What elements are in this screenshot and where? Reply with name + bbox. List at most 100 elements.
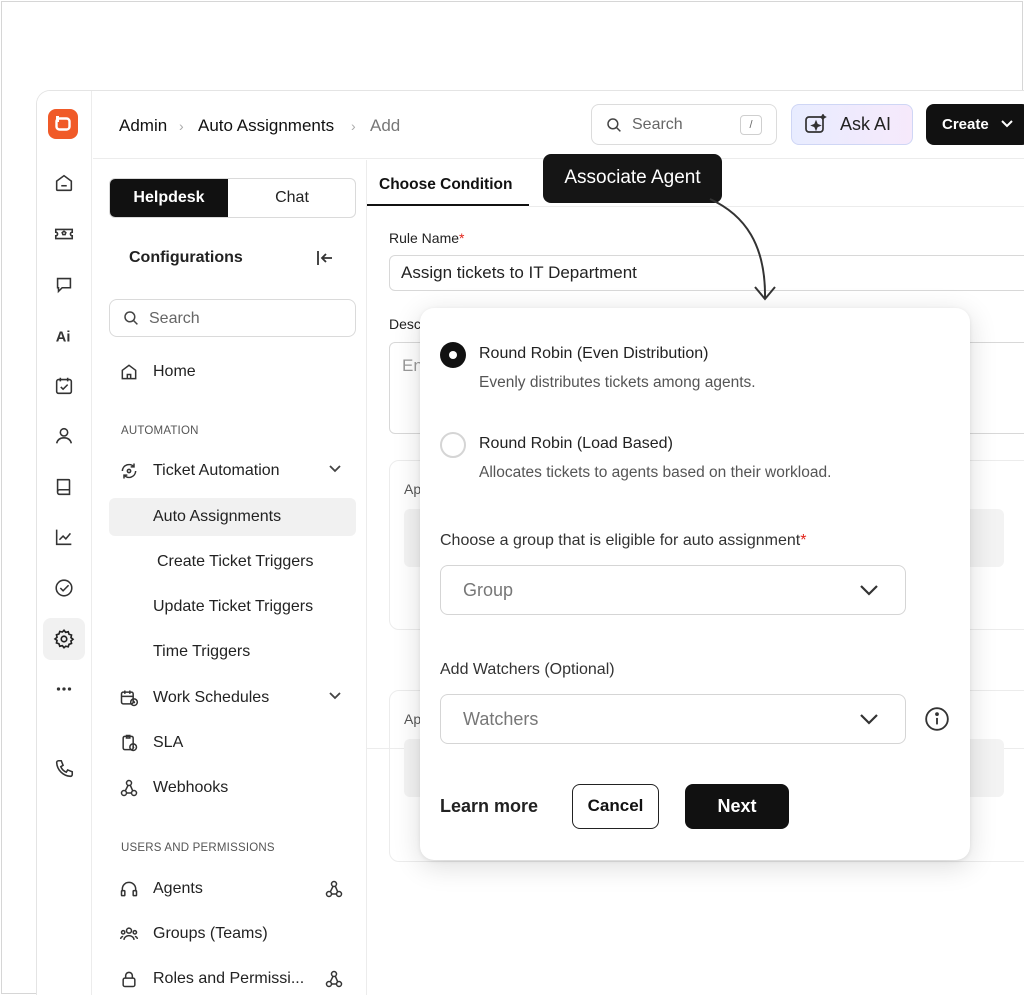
calendar-check-icon[interactable] bbox=[43, 365, 85, 407]
chevron-right-icon: › bbox=[179, 118, 184, 134]
sidebar-title: Configurations bbox=[129, 249, 243, 266]
ticket-icon[interactable] bbox=[43, 213, 85, 255]
task-check-icon[interactable] bbox=[43, 567, 85, 609]
ask-ai-button[interactable]: Ask AI bbox=[791, 104, 913, 145]
webhook-icon bbox=[325, 970, 343, 988]
analytics-icon[interactable] bbox=[43, 516, 85, 558]
home-icon[interactable] bbox=[43, 162, 85, 204]
sidebar-item-label: Agents bbox=[153, 880, 203, 897]
search-placeholder: Search bbox=[632, 116, 683, 133]
curved-arrow-icon bbox=[709, 198, 776, 301]
team-icon bbox=[119, 927, 139, 940]
sidebar-item-webhooks[interactable]: Webhooks bbox=[109, 769, 356, 807]
chevron-down-icon bbox=[1001, 120, 1013, 128]
sidebar-item-ticket-automation[interactable]: Ticket Automation bbox=[109, 452, 356, 490]
ai-sparkle-icon bbox=[805, 114, 827, 133]
sidebar-item-roles[interactable]: Roles and Permissi... bbox=[109, 960, 356, 995]
card-label: Ap bbox=[404, 481, 422, 497]
sidebar-item-auto-assignments[interactable]: Auto Assignments bbox=[109, 498, 356, 536]
tab-chat[interactable]: Chat bbox=[228, 179, 355, 217]
settings-gear-icon[interactable] bbox=[43, 618, 85, 660]
collapse-sidebar-icon[interactable] bbox=[315, 248, 335, 268]
icon-rail: Ai bbox=[37, 91, 92, 995]
rule-name-label-text: Rule Name bbox=[389, 230, 460, 246]
sidebar-item-sla[interactable]: SLA bbox=[109, 724, 356, 762]
chat-icon[interactable] bbox=[43, 264, 85, 306]
search-shortcut-key: / bbox=[740, 115, 762, 135]
assignment-method-dialog: Round Robin (Even Distribution) Evenly d… bbox=[420, 308, 970, 860]
product-switch: Helpdesk Chat bbox=[109, 178, 356, 218]
create-label: Create bbox=[942, 116, 989, 133]
sidebar-item-groups[interactable]: Groups (Teams) bbox=[109, 915, 356, 953]
watchers-field-label: Add Watchers (Optional) bbox=[440, 661, 615, 678]
description-label: Desc bbox=[389, 316, 421, 332]
sla-clipboard-icon bbox=[122, 734, 138, 752]
more-icon[interactable] bbox=[43, 668, 85, 710]
brand-logo-icon[interactable] bbox=[48, 109, 78, 139]
webhook-icon bbox=[325, 880, 343, 898]
sidebar-item-label: Create Ticket Triggers bbox=[157, 553, 314, 570]
option-load-description: Allocates tickets to agents based on the… bbox=[479, 464, 832, 481]
radio-round-robin-even[interactable] bbox=[440, 342, 466, 368]
chevron-right-icon: › bbox=[351, 118, 356, 134]
group-placeholder: Group bbox=[463, 580, 514, 600]
sidebar-item-create-ticket-triggers[interactable]: Create Ticket Triggers bbox=[109, 543, 356, 581]
chevron-down-icon bbox=[329, 465, 341, 473]
sidebar-item-label: Time Triggers bbox=[153, 643, 251, 660]
watchers-select[interactable]: Watchers bbox=[440, 694, 906, 744]
sidebar-item-label: Home bbox=[153, 363, 196, 380]
group-field-label: Choose a group that is eligible for auto… bbox=[440, 532, 806, 550]
knowledge-book-icon[interactable] bbox=[43, 466, 85, 508]
breadcrumb-current: Add bbox=[370, 116, 401, 135]
create-button[interactable]: Create bbox=[926, 104, 1024, 145]
section-users-heading: USERS AND PERMISSIONS bbox=[121, 842, 275, 854]
section-automation-heading: AUTOMATION bbox=[121, 425, 199, 437]
group-select[interactable]: Group bbox=[440, 565, 906, 615]
sidebar-item-label: Update Ticket Triggers bbox=[153, 598, 314, 615]
required-asterisk: * bbox=[800, 532, 807, 549]
sidebar-item-time-triggers[interactable]: Time Triggers bbox=[109, 633, 356, 671]
required-asterisk: * bbox=[459, 230, 465, 246]
lock-icon bbox=[122, 971, 136, 988]
search-icon bbox=[607, 118, 621, 132]
top-bar: Admin › Auto Assignments › Add Search / … bbox=[93, 91, 1024, 159]
tab-helpdesk[interactable]: Helpdesk bbox=[110, 179, 228, 217]
cancel-button[interactable]: Cancel bbox=[572, 784, 659, 829]
card-label: Ap bbox=[404, 711, 422, 727]
next-button[interactable]: Next bbox=[685, 784, 789, 829]
sidebar-item-agents[interactable]: Agents bbox=[109, 870, 356, 908]
info-icon[interactable] bbox=[924, 706, 950, 732]
radio-round-robin-load[interactable] bbox=[440, 432, 466, 458]
headset-icon bbox=[120, 881, 138, 897]
sidebar-item-label: SLA bbox=[153, 734, 184, 751]
home-icon bbox=[121, 364, 137, 380]
global-search-input[interactable]: Search / bbox=[591, 104, 777, 145]
search-icon bbox=[124, 311, 138, 325]
ask-ai-label: Ask AI bbox=[840, 114, 892, 134]
sidebar-item-work-schedules[interactable]: Work Schedules bbox=[109, 679, 356, 717]
phone-icon[interactable] bbox=[43, 748, 85, 790]
tab-choose-condition[interactable]: Choose Condition bbox=[367, 160, 529, 206]
automation-cycle-icon bbox=[121, 463, 137, 479]
sidebar-item-update-ticket-triggers[interactable]: Update Ticket Triggers bbox=[109, 588, 356, 626]
sidebar-search-placeholder: Search bbox=[149, 310, 200, 327]
learn-more-link[interactable]: Learn more bbox=[440, 796, 538, 817]
rule-name-label: Rule Name* bbox=[389, 230, 464, 246]
sidebar-item-home[interactable]: Home bbox=[109, 353, 356, 391]
sidebar-item-label: Groups (Teams) bbox=[153, 925, 268, 942]
sidebar-item-label: Webhooks bbox=[153, 779, 229, 796]
configurations-sidebar: Helpdesk Chat Configurations Search Home… bbox=[93, 160, 365, 995]
breadcrumb-auto-assignments[interactable]: Auto Assignments bbox=[198, 116, 334, 136]
sidebar-search-input[interactable]: Search bbox=[109, 299, 356, 337]
associate-agent-callout: Associate Agent bbox=[543, 154, 722, 203]
sidebar-item-label: Auto Assignments bbox=[153, 508, 282, 525]
sidebar-item-label: Roles and Permissi... bbox=[153, 970, 305, 987]
breadcrumb-admin[interactable]: Admin bbox=[119, 116, 167, 136]
contact-icon[interactable] bbox=[43, 415, 85, 457]
chevron-down-icon bbox=[860, 585, 878, 596]
option-even-title[interactable]: Round Robin (Even Distribution) bbox=[479, 345, 708, 363]
ai-icon[interactable]: Ai bbox=[43, 315, 85, 357]
group-field-label-text: Choose a group that is eligible for auto… bbox=[440, 532, 801, 549]
option-load-title[interactable]: Round Robin (Load Based) bbox=[479, 435, 673, 453]
webhook-icon bbox=[120, 779, 138, 797]
